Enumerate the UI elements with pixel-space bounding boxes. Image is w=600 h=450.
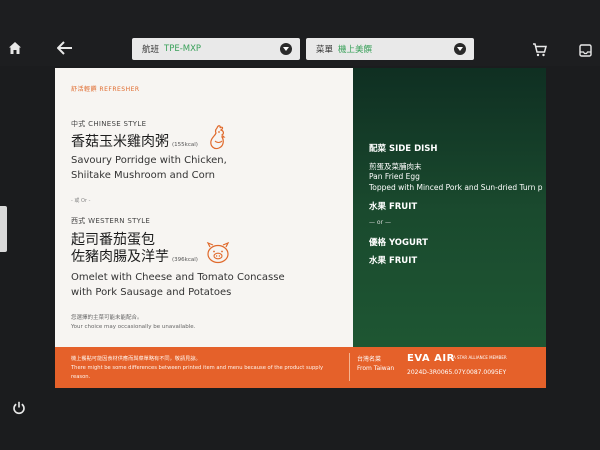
or-separator: - 或 Or - bbox=[71, 198, 91, 204]
fruit-heading-1: 水果 FRUIT bbox=[369, 202, 418, 212]
back-button[interactable] bbox=[55, 38, 75, 58]
chevron-down-icon bbox=[280, 43, 292, 55]
main-course-card: 舒活輕饌 REFRESHER 中式 CHINESE STYLE 香菇玉米雞肉粥(… bbox=[55, 68, 353, 347]
option2-desc-line2: with Pork Sausage and Potatoes bbox=[71, 287, 232, 298]
option1-kcal: (155kcal) bbox=[172, 142, 198, 148]
side-dish-en-line1: Pan Fried Egg bbox=[369, 172, 420, 181]
option1-title-zh: 香菇玉米雞肉粥 (155kcal) bbox=[71, 134, 198, 154]
inbox-icon bbox=[578, 43, 592, 57]
or-separator-small: — or — bbox=[369, 219, 391, 226]
side-dish-zh: 煎蛋及菜脯肉末 bbox=[369, 162, 422, 171]
option1-desc-line1: Savoury Porridge with Chicken, bbox=[71, 155, 227, 166]
footer-notice-zh: 機上餐點可能因食材供應而與菜單略有不同，敬請見諒。 bbox=[71, 356, 201, 362]
menu-footer: 機上餐點可能因食材供應而與菜單略有不同，敬請見諒。 There might be… bbox=[55, 347, 546, 388]
chevron-down-icon bbox=[454, 43, 466, 55]
fruit-heading-2: 水果 FRUIT bbox=[369, 256, 418, 266]
power-button[interactable] bbox=[9, 398, 29, 418]
option1-desc-line2: Shiitake Mushroom and Corn bbox=[71, 170, 215, 181]
option2-category: 西式 WESTERN STYLE bbox=[71, 217, 151, 225]
side-drawer-handle[interactable] bbox=[0, 206, 7, 252]
option2-kcal: (396kcal) bbox=[172, 257, 198, 263]
option2-title-zh-line2: 佐豬肉腸及洋芋 (396kcal) bbox=[71, 249, 198, 269]
top-bar bbox=[0, 0, 600, 66]
flight-value: TPE-MXP bbox=[164, 44, 202, 54]
availability-note-en: Your choice may occasionally be unavaila… bbox=[71, 324, 196, 330]
home-button[interactable] bbox=[6, 39, 24, 57]
cart-icon bbox=[532, 43, 547, 57]
availability-note-zh: 您選擇的主菜可能未能配合。 bbox=[71, 315, 143, 321]
menu-code: 2024D-3R0065.07Y.0087.0095EY bbox=[407, 369, 507, 376]
section-tag: 舒活輕饌 REFRESHER bbox=[71, 86, 140, 93]
menu-label: 菜單 bbox=[316, 45, 334, 55]
cart-button[interactable] bbox=[530, 41, 548, 59]
alliance-label: A STAR ALLIANCE MEMBER bbox=[453, 355, 507, 360]
back-arrow-icon bbox=[57, 41, 72, 55]
chicken-icon bbox=[210, 125, 226, 150]
side-dish-en-line2: Topped with Minced Pork and Sun-dried Tu… bbox=[369, 183, 543, 192]
yogurt-heading: 優格 YOGURT bbox=[369, 238, 428, 248]
flight-label: 航班 bbox=[142, 45, 160, 55]
side-dish-heading: 配菜 SIDE DISH bbox=[369, 144, 438, 154]
menu-dropdown[interactable]: 菜單 機上美饌 bbox=[306, 38, 474, 60]
footer-divider bbox=[349, 353, 350, 381]
menu-value: 機上美饌 bbox=[338, 45, 373, 55]
origin-zh: 台灣名菜 bbox=[357, 356, 382, 363]
flight-dropdown[interactable]: 航班 TPE-MXP bbox=[132, 38, 300, 60]
eva-air-logo: EVA AIR bbox=[407, 353, 455, 364]
power-icon bbox=[13, 401, 25, 415]
origin-label: 台灣名菜 From Taiwan bbox=[357, 355, 394, 373]
inbox-button[interactable] bbox=[577, 42, 593, 58]
footer-notice-en: There might be some differences between … bbox=[71, 365, 324, 380]
option1-title-zh-text: 香菇玉米雞肉粥 bbox=[71, 134, 169, 150]
pig-icon bbox=[206, 242, 230, 264]
footer-notice: 機上餐點可能因食材供應而與菜單略有不同，敬請見諒。 There might be… bbox=[71, 355, 331, 382]
option2-desc-line1: Omelet with Cheese and Tomato Concasse bbox=[71, 272, 285, 283]
option2-title-zh-text: 佐豬肉腸及洋芋 bbox=[71, 249, 169, 265]
menu-card: 舒活輕饌 REFRESHER 中式 CHINESE STYLE 香菇玉米雞肉粥(… bbox=[55, 68, 546, 388]
home-icon bbox=[9, 42, 21, 54]
option2-title-zh-line1: 起司番茄蛋包 bbox=[71, 232, 155, 248]
origin-en: From Taiwan bbox=[357, 365, 395, 372]
option1-category: 中式 CHINESE STYLE bbox=[71, 120, 147, 128]
